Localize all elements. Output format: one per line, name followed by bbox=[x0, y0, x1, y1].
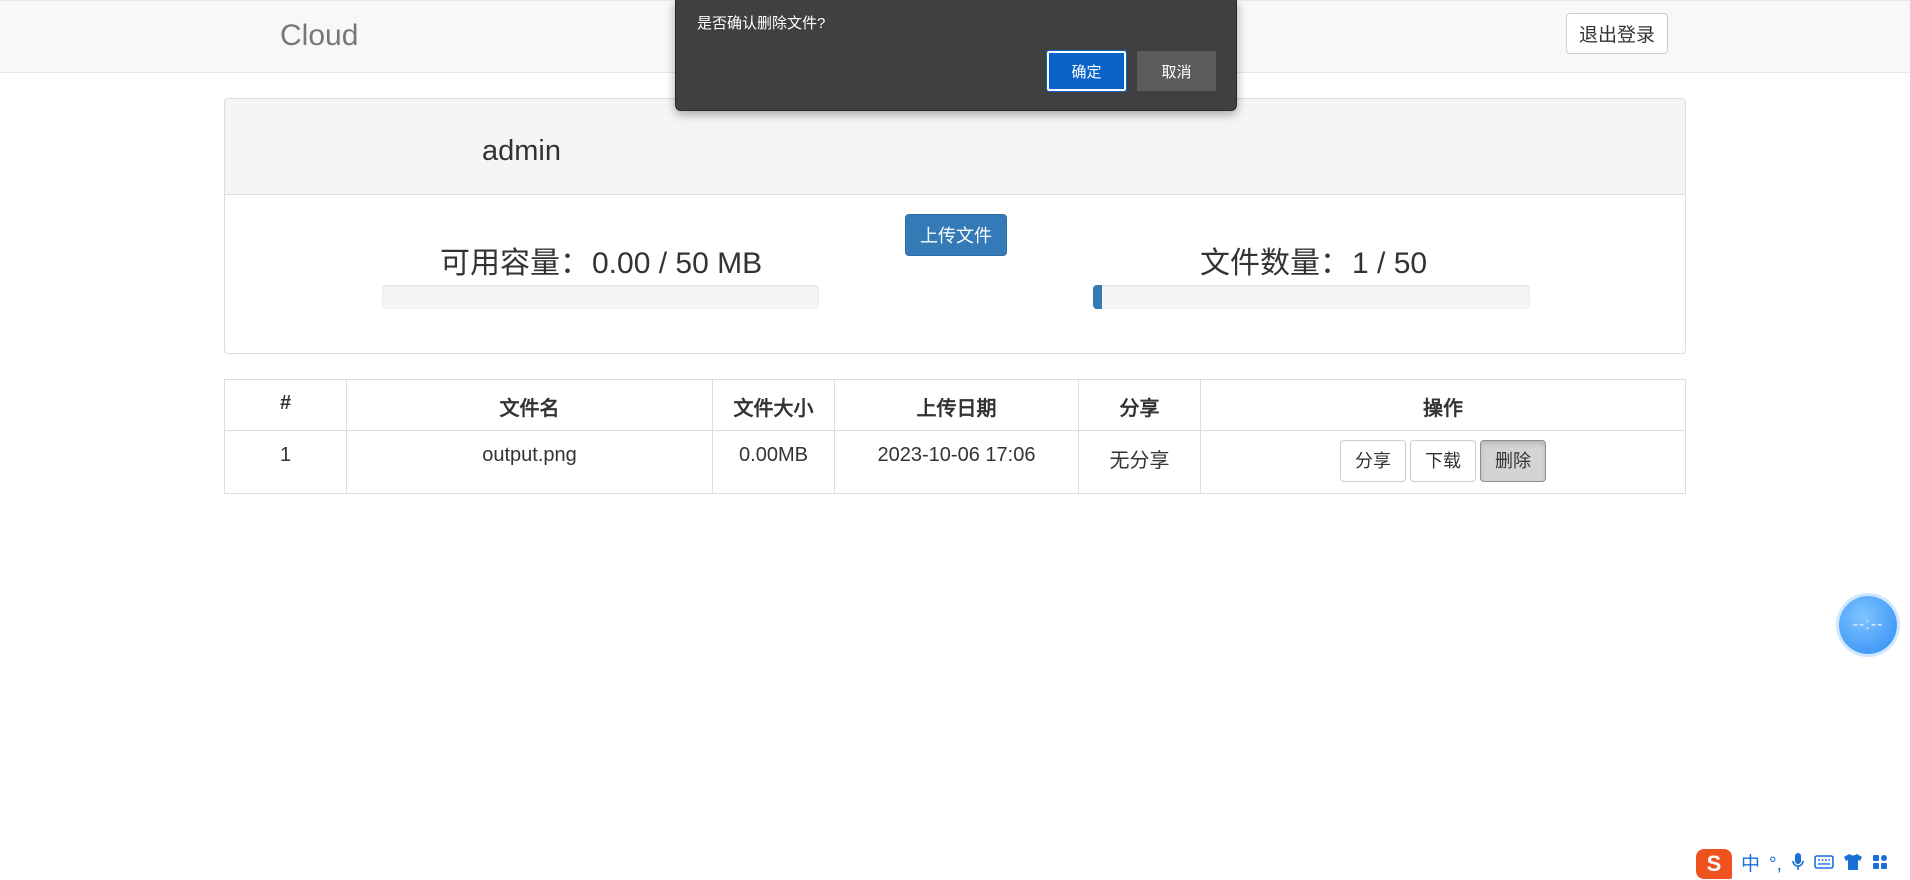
col-header-filename: 文件名 bbox=[346, 379, 713, 431]
capacity-stat: 可用容量：0.00 / 50 MB bbox=[440, 238, 762, 282]
col-header-size: 文件大小 bbox=[712, 379, 835, 431]
dialog-ok-button[interactable]: 确定 bbox=[1046, 50, 1127, 92]
user-panel: admin 可用容量：0.00 / 50 MB 上传文件 文件数量：1 / 50 bbox=[224, 98, 1686, 354]
file-count-progress-bar bbox=[1093, 285, 1102, 309]
delete-button[interactable]: 删除 bbox=[1480, 440, 1546, 482]
file-count-progress bbox=[1093, 285, 1530, 309]
brand-title[interactable]: Cloud bbox=[280, 19, 358, 53]
col-header-date: 上传日期 bbox=[834, 379, 1079, 431]
col-header-actions: 操作 bbox=[1200, 379, 1686, 431]
keyboard-icon[interactable] bbox=[1814, 854, 1834, 874]
table-header-row: # 文件名 文件大小 上传日期 分享 操作 bbox=[224, 379, 1686, 431]
confirm-delete-dialog: 是否确认删除文件? 确定 取消 bbox=[675, 0, 1237, 111]
col-header-share: 分享 bbox=[1078, 379, 1201, 431]
capacity-label: 可用容量： bbox=[440, 247, 590, 280]
file-count-value: 1 / 50 bbox=[1352, 247, 1428, 280]
dialog-cancel-button[interactable]: 取消 bbox=[1137, 51, 1216, 91]
capacity-value: 0.00 / 50 MB bbox=[592, 247, 763, 280]
username: admin bbox=[482, 135, 561, 167]
logout-button[interactable]: 退出登录 bbox=[1566, 13, 1668, 54]
files-table: # 文件名 文件大小 上传日期 分享 操作 1 output.png 0.00M… bbox=[224, 379, 1686, 494]
panel-heading: admin bbox=[225, 99, 1685, 195]
floating-timer-widget[interactable]: --:-- bbox=[1839, 596, 1897, 654]
cell-date: 2023-10-06 17:06 bbox=[834, 430, 1079, 494]
cell-filename: output.png bbox=[346, 430, 713, 494]
grid-icon[interactable] bbox=[1872, 854, 1888, 874]
file-count-label: 文件数量： bbox=[1200, 247, 1350, 280]
shirt-icon[interactable] bbox=[1843, 853, 1863, 875]
dialog-message: 是否确认删除文件? bbox=[697, 15, 826, 32]
ime-mode-toggle[interactable]: 中 bbox=[1741, 855, 1760, 874]
cell-actions: 分享 下载 删除 bbox=[1200, 430, 1686, 494]
ime-toolbar: S 中 °, bbox=[1692, 848, 1910, 880]
cell-share-status: 无分享 bbox=[1078, 430, 1201, 494]
upload-file-button[interactable]: 上传文件 bbox=[905, 214, 1007, 256]
ime-punctuation-toggle[interactable]: °, bbox=[1769, 855, 1782, 874]
file-count-stat: 文件数量：1 / 50 bbox=[1200, 238, 1427, 282]
col-header-index: # bbox=[224, 379, 347, 431]
cell-index: 1 bbox=[224, 430, 347, 494]
share-button[interactable]: 分享 bbox=[1340, 440, 1406, 482]
download-button[interactable]: 下载 bbox=[1410, 440, 1476, 482]
ime-logo[interactable]: S bbox=[1696, 849, 1732, 879]
capacity-progress bbox=[382, 285, 819, 309]
cell-size: 0.00MB bbox=[712, 430, 835, 494]
table-row: 1 output.png 0.00MB 2023-10-06 17:06 无分享… bbox=[224, 430, 1686, 494]
microphone-icon[interactable] bbox=[1791, 852, 1805, 876]
